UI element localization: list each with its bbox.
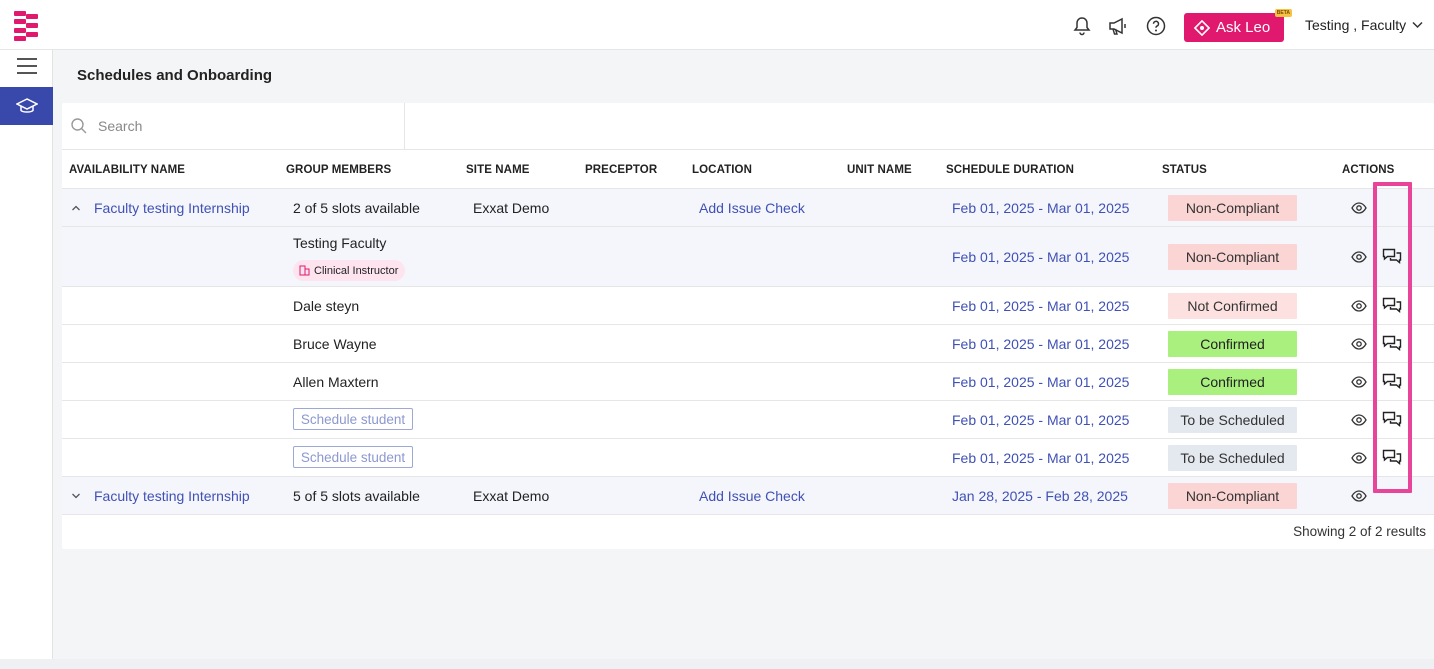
schedule-duration: Jan 28, 2025 - Feb 28, 2025 bbox=[952, 488, 1128, 504]
eye-icon[interactable] bbox=[1349, 298, 1369, 314]
search-icon bbox=[71, 118, 87, 134]
eye-icon[interactable] bbox=[1349, 336, 1369, 352]
schedule-duration: Feb 01, 2025 - Mar 01, 2025 bbox=[952, 200, 1130, 216]
top-bar: Ask Leo BETA Testing , Faculty bbox=[0, 0, 1434, 50]
schedule-duration: Feb 01, 2025 - Mar 01, 2025 bbox=[952, 249, 1130, 265]
results-count: Showing 2 of 2 results bbox=[1293, 524, 1426, 539]
slots-available: 2 of 5 slots available bbox=[293, 200, 420, 216]
status-badge: Non-Compliant bbox=[1168, 483, 1297, 509]
schedules-card: AVAILABILITY NAME GROUP MEMBERS SITE NAM… bbox=[62, 103, 1434, 549]
chat-icon[interactable] bbox=[1382, 248, 1402, 264]
status-badge: Confirmed bbox=[1168, 331, 1297, 357]
col-site-name[interactable]: SITE NAME bbox=[466, 164, 530, 176]
user-menu[interactable]: Testing , Faculty bbox=[1305, 17, 1423, 33]
table-row[interactable]: Allen Maxtern Feb 01, 2025 - Mar 01, 202… bbox=[62, 363, 1434, 401]
col-availability-name[interactable]: AVAILABILITY NAME bbox=[69, 164, 185, 176]
table-row[interactable]: Dale steyn Feb 01, 2025 - Mar 01, 2025 N… bbox=[62, 287, 1434, 325]
eye-icon[interactable] bbox=[1349, 249, 1369, 265]
status-badge: Non-Compliant bbox=[1168, 195, 1297, 221]
col-schedule-duration[interactable]: SCHEDULE DURATION bbox=[946, 164, 1074, 176]
eye-icon[interactable] bbox=[1349, 488, 1369, 504]
chat-icon[interactable] bbox=[1382, 335, 1402, 351]
site-name: Exxat Demo bbox=[473, 488, 550, 504]
col-group-members[interactable]: GROUP MEMBERS bbox=[286, 164, 391, 176]
sidebar bbox=[0, 50, 53, 669]
table-row[interactable]: Bruce Wayne Feb 01, 2025 - Mar 01, 2025 … bbox=[62, 325, 1434, 363]
chat-icon[interactable] bbox=[1382, 373, 1402, 389]
col-preceptor[interactable]: PRECEPTOR bbox=[585, 164, 657, 176]
schedule-duration: Feb 01, 2025 - Mar 01, 2025 bbox=[952, 374, 1130, 390]
chat-icon[interactable] bbox=[1382, 449, 1402, 465]
app-logo[interactable] bbox=[12, 11, 42, 41]
building-icon bbox=[299, 265, 310, 276]
chevron-down-icon bbox=[1412, 21, 1423, 29]
table-row[interactable]: Schedule student Feb 01, 2025 - Mar 01, … bbox=[62, 401, 1434, 439]
member-name: Allen Maxtern bbox=[293, 374, 379, 390]
location-link[interactable]: Add Issue Check bbox=[699, 488, 805, 504]
megaphone-icon[interactable] bbox=[1107, 15, 1129, 37]
bell-icon[interactable] bbox=[1071, 15, 1093, 37]
chat-icon[interactable] bbox=[1382, 297, 1402, 313]
availability-link[interactable]: Faculty testing Internship bbox=[94, 200, 250, 216]
member-name: Dale steyn bbox=[293, 298, 360, 314]
table-row[interactable]: Faculty testing Internship 2 of 5 slots … bbox=[62, 189, 1434, 227]
help-icon[interactable] bbox=[1145, 15, 1167, 37]
eye-icon[interactable] bbox=[1349, 200, 1369, 216]
col-unit-name[interactable]: UNIT NAME bbox=[847, 164, 912, 176]
page-title: Schedules and Onboarding bbox=[77, 67, 273, 84]
slots-available: 5 of 5 slots available bbox=[293, 488, 420, 504]
table-row[interactable]: Schedule student Feb 01, 2025 - Mar 01, … bbox=[62, 439, 1434, 477]
chat-icon[interactable] bbox=[1382, 411, 1402, 427]
eye-icon[interactable] bbox=[1349, 450, 1369, 466]
role-label: Clinical Instructor bbox=[314, 264, 399, 277]
graduation-cap-icon bbox=[15, 98, 38, 113]
ask-leo-button[interactable]: Ask Leo BETA bbox=[1184, 9, 1292, 42]
site-name: Exxat Demo bbox=[473, 200, 550, 216]
availability-link[interactable]: Faculty testing Internship bbox=[94, 488, 250, 504]
schedule-duration: Feb 01, 2025 - Mar 01, 2025 bbox=[952, 450, 1130, 466]
status-badge: Not Confirmed bbox=[1168, 293, 1297, 319]
eye-icon[interactable] bbox=[1349, 412, 1369, 428]
status-badge: To be Scheduled bbox=[1168, 445, 1297, 471]
beta-badge: BETA bbox=[1274, 9, 1292, 17]
sparkle-icon bbox=[1194, 19, 1210, 36]
search-box[interactable] bbox=[62, 103, 405, 149]
schedule-duration: Feb 01, 2025 - Mar 01, 2025 bbox=[952, 412, 1130, 428]
table-header: AVAILABILITY NAME GROUP MEMBERS SITE NAM… bbox=[62, 149, 1434, 189]
chevron-up-icon[interactable] bbox=[71, 203, 81, 213]
member-name: Testing Faculty bbox=[293, 235, 387, 251]
schedule-student-button[interactable]: Schedule student bbox=[293, 408, 413, 430]
col-status[interactable]: STATUS bbox=[1162, 164, 1207, 176]
schedule-duration: Feb 01, 2025 - Mar 01, 2025 bbox=[952, 298, 1130, 314]
eye-icon[interactable] bbox=[1349, 374, 1369, 390]
col-actions: ACTIONS bbox=[1342, 164, 1395, 176]
schedule-duration: Feb 01, 2025 - Mar 01, 2025 bbox=[952, 336, 1130, 352]
status-badge: Confirmed bbox=[1168, 369, 1297, 395]
chevron-down-icon[interactable] bbox=[71, 491, 81, 501]
status-badge: Non-Compliant bbox=[1168, 244, 1297, 270]
role-chip: Clinical Instructor bbox=[293, 260, 406, 281]
ask-leo-label: Ask Leo bbox=[1216, 19, 1271, 36]
menu-icon[interactable] bbox=[17, 58, 37, 74]
col-location[interactable]: LOCATION bbox=[692, 164, 752, 176]
search-input[interactable] bbox=[98, 118, 378, 134]
location-link[interactable]: Add Issue Check bbox=[699, 200, 805, 216]
user-name: Testing , Faculty bbox=[1305, 17, 1407, 33]
table-row[interactable]: Testing Faculty Clinical Instructor Feb … bbox=[62, 227, 1434, 287]
schedule-student-button[interactable]: Schedule student bbox=[293, 446, 413, 468]
member-name: Bruce Wayne bbox=[293, 336, 377, 352]
sidebar-item-education[interactable] bbox=[0, 87, 53, 125]
page-bottom-strip bbox=[0, 659, 1434, 669]
table-row[interactable]: Faculty testing Internship 5 of 5 slots … bbox=[62, 477, 1434, 515]
status-badge: To be Scheduled bbox=[1168, 407, 1297, 433]
